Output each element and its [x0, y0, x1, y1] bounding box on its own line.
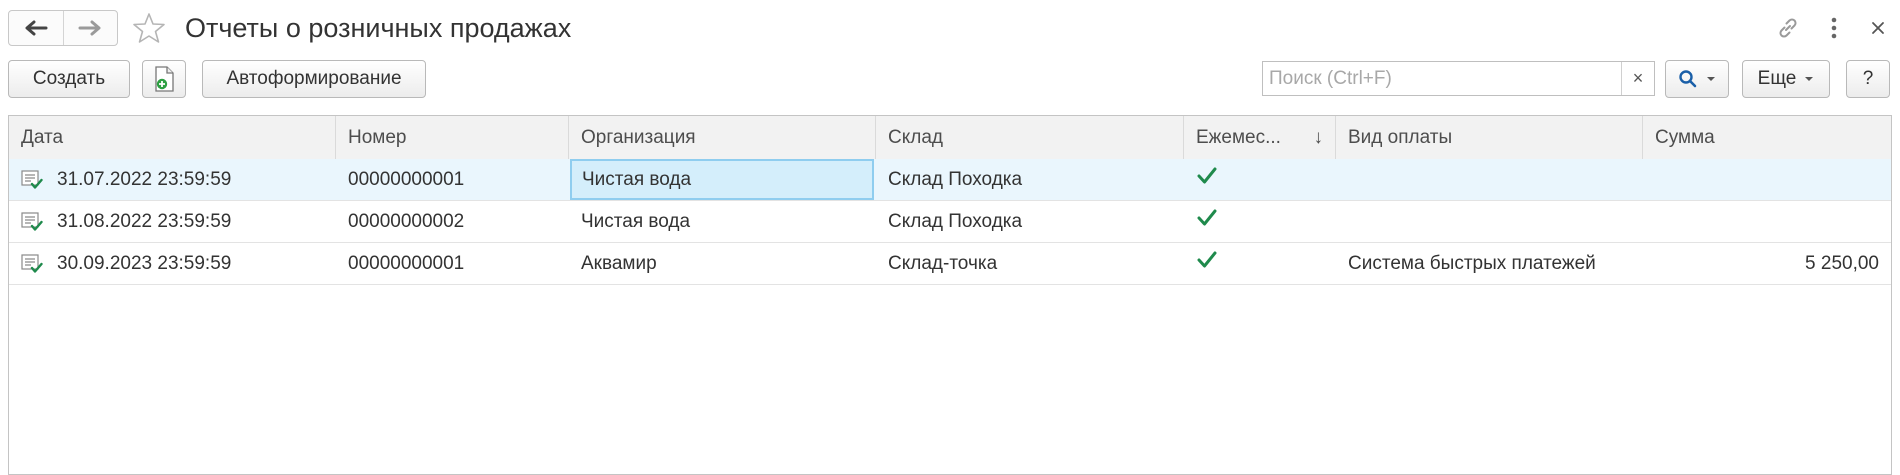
link-button[interactable] — [1772, 12, 1804, 44]
cell-date: 31.08.2022 23:59:59 — [57, 211, 232, 232]
search-icon — [1679, 70, 1697, 88]
more-actions-label: Еще — [1757, 68, 1797, 89]
create-based-on-button[interactable] — [142, 60, 186, 98]
posted-document-icon — [21, 212, 43, 231]
close-button[interactable] — [1862, 12, 1894, 44]
table-row[interactable]: 30.09.2023 23:59:59 00000000001 Аквамир … — [9, 243, 1891, 285]
cell-monthly — [1184, 201, 1336, 242]
cell-date: 31.07.2022 23:59:59 — [57, 169, 232, 190]
posted-document-icon — [21, 254, 43, 273]
cell-monthly — [1184, 243, 1336, 284]
documents-table: Дата Номер Организация Склад Ежемес... ↓… — [8, 115, 1892, 475]
column-header-monthly[interactable]: Ежемес... ↓ — [1184, 116, 1336, 159]
cell-payment-type: Система быстрых платежей — [1348, 253, 1596, 274]
cell-warehouse: Склад-точка — [888, 253, 998, 274]
column-header-payment-type[interactable]: Вид оплаты — [1336, 116, 1643, 159]
table-header: Дата Номер Организация Склад Ежемес... ↓… — [9, 116, 1891, 160]
cell-number: 00000000001 — [348, 169, 465, 190]
kebab-menu-icon — [1831, 17, 1837, 39]
add-document-icon — [155, 66, 174, 92]
table-row[interactable]: 31.07.2022 23:59:59 00000000001 Чистая в… — [9, 159, 1891, 201]
search-box: × — [1262, 61, 1655, 96]
table-row[interactable]: 31.08.2022 23:59:59 00000000002 Чистая в… — [9, 201, 1891, 243]
more-actions-button[interactable]: Еще — [1742, 60, 1830, 98]
sort-arrow-icon: ↓ — [1313, 127, 1324, 148]
arrow-left-icon — [25, 20, 48, 36]
search-options-button[interactable] — [1665, 60, 1729, 98]
cell-amount: 5 250,00 — [1805, 253, 1879, 274]
column-header-date[interactable]: Дата — [9, 116, 336, 159]
column-header-amount[interactable]: Сумма — [1643, 116, 1891, 159]
posted-document-icon — [21, 170, 43, 189]
search-input[interactable] — [1263, 62, 1623, 95]
cell-payment-type — [1336, 201, 1643, 242]
title-bar: Отчеты о розничных продажах — [0, 0, 1900, 54]
cell-organization: Аквамир — [581, 253, 657, 274]
checkmark-icon — [1197, 251, 1217, 268]
cell-amount — [1643, 201, 1891, 242]
column-header-warehouse[interactable]: Склад — [876, 116, 1184, 159]
star-icon — [133, 13, 165, 43]
navigation-buttons — [8, 10, 118, 46]
cell-date: 30.09.2023 23:59:59 — [57, 253, 232, 274]
help-button[interactable]: ? — [1846, 60, 1890, 98]
link-icon — [1779, 18, 1797, 38]
search-clear-button[interactable]: × — [1621, 62, 1654, 95]
cell-number: 00000000001 — [348, 253, 465, 274]
dropdown-arrow-icon — [1805, 77, 1814, 81]
cell-payment-type — [1336, 159, 1643, 200]
checkmark-icon — [1197, 167, 1217, 184]
autoform-button[interactable]: Автоформирование — [202, 60, 426, 98]
cell-warehouse: Склад Походка — [888, 169, 1023, 190]
cell-monthly — [1184, 159, 1336, 200]
column-header-number[interactable]: Номер — [336, 116, 569, 159]
page-title: Отчеты о розничных продажах — [185, 13, 572, 43]
favorite-star-button[interactable] — [130, 10, 168, 46]
create-button[interactable]: Создать — [8, 60, 130, 98]
cell-warehouse: Склад Походка — [888, 211, 1023, 232]
more-menu-button[interactable] — [1818, 12, 1850, 44]
forward-button[interactable] — [62, 11, 118, 45]
column-header-organization[interactable]: Организация — [569, 116, 876, 159]
cell-number: 00000000002 — [348, 211, 465, 232]
arrow-right-icon — [78, 20, 101, 36]
cell-organization: Чистая вода — [581, 211, 691, 232]
cell-organization[interactable]: Чистая вода — [570, 159, 874, 200]
column-header-monthly-label: Ежемес... — [1196, 127, 1281, 148]
back-button[interactable] — [9, 11, 63, 45]
close-icon — [1872, 22, 1884, 34]
cell-amount — [1643, 159, 1891, 200]
checkmark-icon — [1197, 209, 1217, 226]
dropdown-arrow-icon — [1707, 77, 1715, 81]
